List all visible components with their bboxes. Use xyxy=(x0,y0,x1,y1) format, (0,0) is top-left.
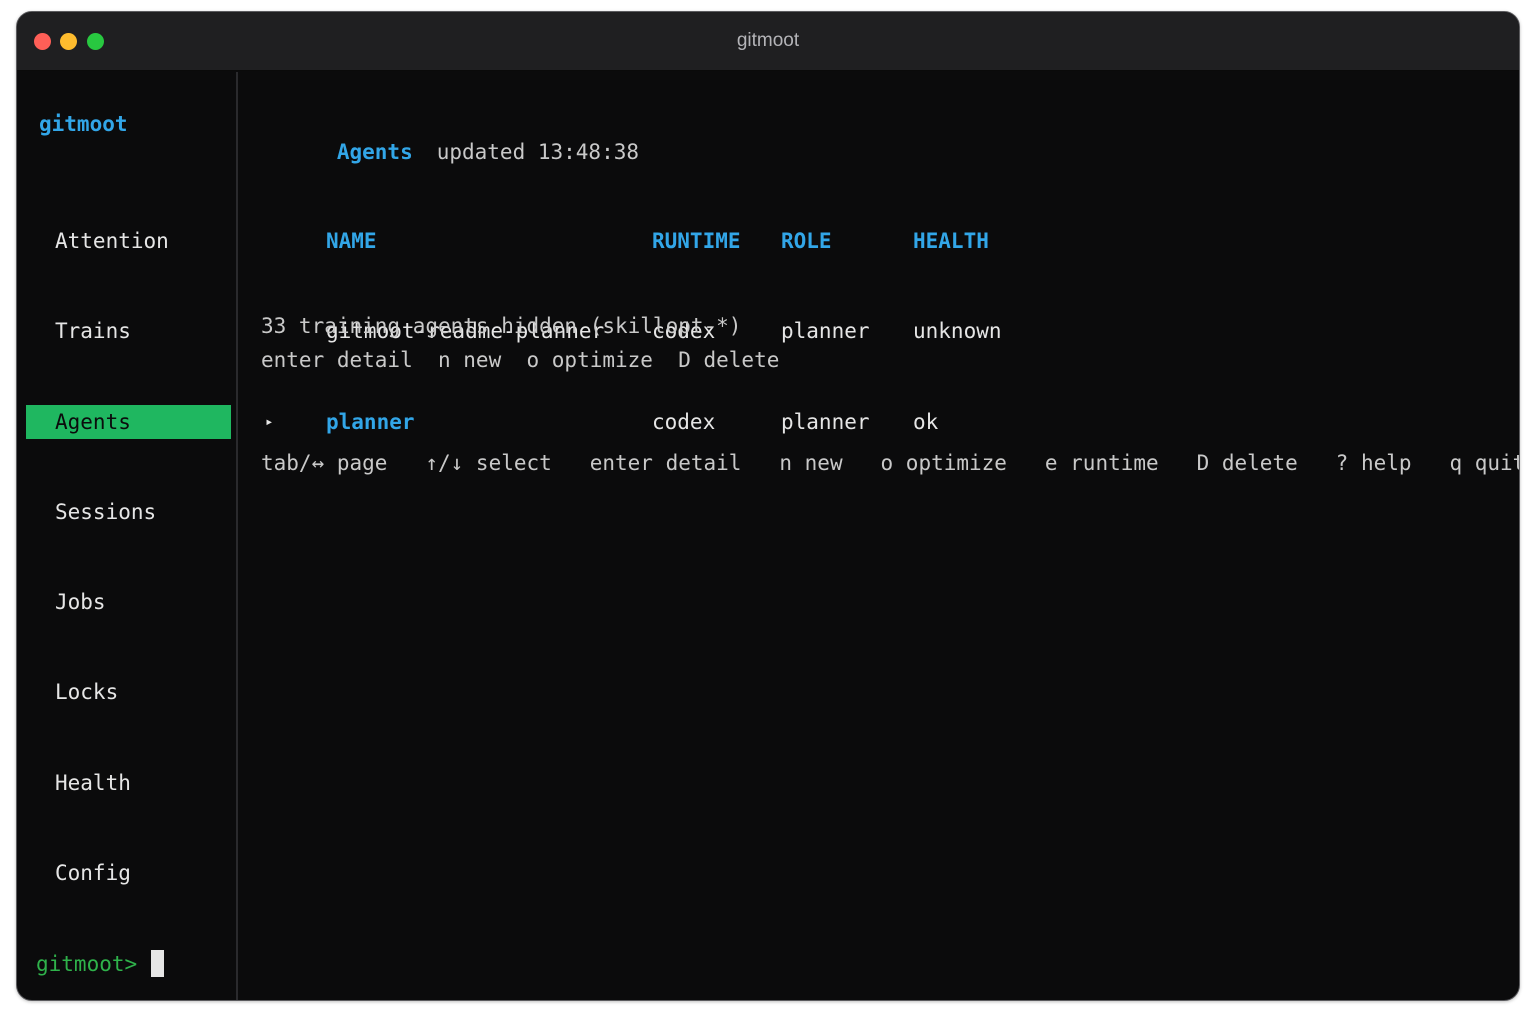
main-panel: Agents updated 13:48:38 NAME RUNTIME ROLE… xyxy=(261,72,1519,1000)
text-cursor xyxy=(151,950,165,977)
prompt-label: gitmoot> xyxy=(36,952,138,976)
agent-role: planner xyxy=(781,409,870,434)
sidebar-item-sessions[interactable]: Sessions xyxy=(26,495,231,529)
hidden-agents-note: 33 training agents hidden (skillopt-*) xyxy=(261,314,742,338)
table-header: NAME RUNTIME ROLE HEALTH xyxy=(261,224,1261,258)
window-title: gitmoot xyxy=(736,30,800,51)
table-row-selected[interactable]: ▸ planner codex planner ok xyxy=(261,405,1261,439)
agent-runtime: codex xyxy=(652,409,716,434)
agent-name: planner xyxy=(326,409,415,434)
sidebar-item-config[interactable]: Config xyxy=(26,856,231,890)
column-header-role[interactable]: ROLE xyxy=(781,224,832,258)
sidebar-item-jobs[interactable]: Jobs xyxy=(26,585,231,619)
sidebar-item-locks[interactable]: Locks xyxy=(26,675,231,709)
command-prompt[interactable]: gitmoot> xyxy=(36,950,165,978)
agent-role: planner xyxy=(781,319,870,344)
global-key-hints: tab/↔ page ↑/↓ select enter detail n new… xyxy=(261,451,1520,475)
column-header-health[interactable]: HEALTH xyxy=(913,224,989,258)
title-bar[interactable]: gitmoot xyxy=(17,12,1519,71)
column-header-runtime[interactable]: RUNTIME xyxy=(652,224,741,258)
column-header-name[interactable]: NAME xyxy=(326,224,377,258)
sidebar-item-trains[interactable]: Trains xyxy=(26,314,231,348)
terminal-window: gitmoot gitmoot Attention Trains Agents … xyxy=(16,11,1520,1001)
page-title: Agents xyxy=(336,140,413,164)
app-brand: gitmoot xyxy=(39,112,128,136)
agent-health: ok xyxy=(913,409,939,434)
sidebar-item-agents[interactable]: Agents xyxy=(26,404,231,439)
sidebar-item-health[interactable]: Health xyxy=(26,766,231,800)
sidebar-item-attention[interactable]: Attention xyxy=(26,224,231,258)
page-key-hints: enter detail n new o optimize D delete xyxy=(261,348,780,372)
sidebar-nav: Attention Trains Agents Sessions Jobs Lo… xyxy=(26,168,231,946)
sidebar: gitmoot Attention Trains Agents Sessions… xyxy=(17,72,238,1000)
agent-health: unknown xyxy=(913,319,1002,344)
row-selection-marker: ▸ xyxy=(265,413,274,430)
updated-timestamp: updated 13:48:38 xyxy=(436,140,640,164)
